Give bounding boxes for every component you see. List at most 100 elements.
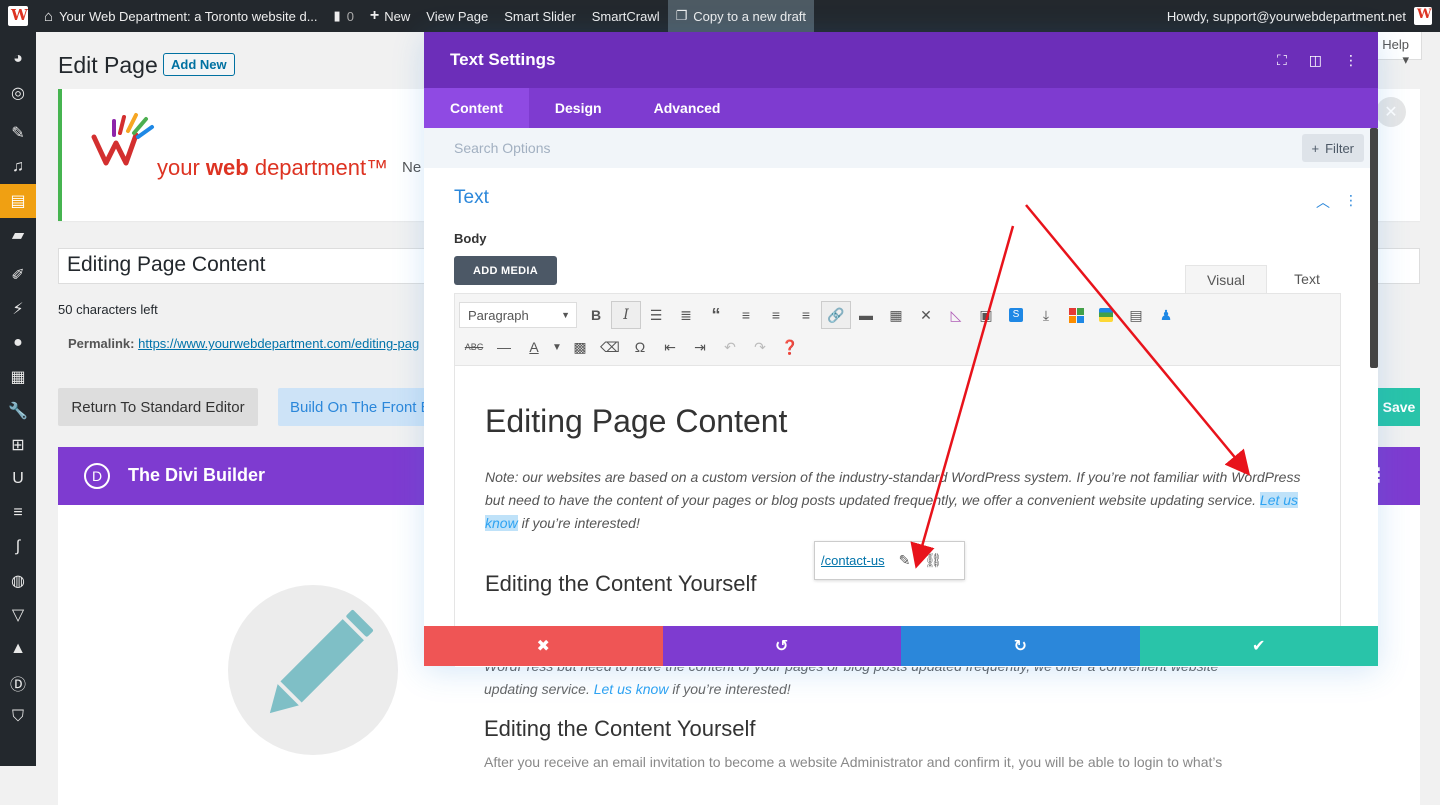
stripes-icon[interactable]: ≡ — [0, 496, 36, 530]
numbered-list-icon[interactable]: ≣ — [671, 301, 701, 329]
account-link[interactable]: Howdy, support@yourwebdepartment.net W — [1159, 0, 1440, 32]
special-char-icon[interactable]: Ω — [625, 333, 655, 361]
fullscreen-icon[interactable]: ✕ — [911, 301, 941, 329]
undo-button[interactable]: ↺ — [662, 626, 901, 666]
bold-icon[interactable]: B — [581, 301, 611, 329]
table-icon[interactable]: ▤ — [1121, 301, 1151, 329]
build-front-end-button[interactable]: Build On The Front E — [278, 388, 428, 426]
help-icon[interactable]: ❓ — [775, 333, 805, 361]
vee-icon[interactable]: ▽ — [0, 598, 36, 632]
tools-icon[interactable]: 🔧 — [0, 394, 36, 428]
appearance-icon[interactable]: ✐ — [0, 258, 36, 292]
comments-link[interactable]: ▮ 0 — [326, 0, 362, 32]
dashboard-icon[interactable]: ◕ — [0, 42, 36, 76]
return-standard-editor-button[interactable]: Return To Standard Editor — [58, 388, 258, 426]
site-name-link[interactable]: ⌂ Your Web Department: a Toronto website… — [36, 0, 326, 32]
site-logo-icon[interactable]: W — [0, 0, 36, 32]
blockquote-icon[interactable]: “ — [701, 301, 731, 329]
link-popup-url[interactable]: /contact-us — [821, 553, 885, 568]
avatar: W — [1414, 7, 1432, 25]
shield-icon[interactable]: ⛉ — [0, 700, 36, 734]
clear-format-icon[interactable]: ⌫ — [595, 333, 625, 361]
strikethrough-icon[interactable]: ABC — [459, 333, 489, 361]
comments-icon[interactable]: ▰ — [0, 218, 36, 252]
smartcrawl-link[interactable]: SmartCrawl — [584, 0, 668, 32]
undo-icon: ↺ — [775, 638, 789, 655]
person-icon[interactable]: ♟ — [1151, 301, 1181, 329]
editor-content-area[interactable]: Editing Page Content Note: our websites … — [455, 367, 1340, 667]
tab-content[interactable]: Content — [424, 88, 529, 128]
download-icon[interactable]: ⤓ — [1031, 301, 1061, 329]
copy-icon: ❐ — [675, 8, 688, 23]
tab-design[interactable]: Design — [529, 88, 628, 128]
chevron-down-icon[interactable]: ▼ — [549, 333, 565, 361]
align-right-icon[interactable]: ≡ — [791, 301, 821, 329]
indent-icon[interactable]: ⇥ — [685, 333, 715, 361]
posts-pin-icon[interactable]: ✎ — [0, 116, 36, 150]
add-media-button[interactable]: ADD MEDIA — [454, 256, 557, 285]
activity-icon[interactable]: ◎ — [0, 76, 36, 110]
new-content-link[interactable]: + New — [362, 0, 418, 32]
view-page-link[interactable]: View Page — [418, 0, 496, 32]
expand-icon[interactable]: ⛶ — [1277, 52, 1287, 69]
smart-slider-link[interactable]: Smart Slider — [496, 0, 584, 32]
bg-let-us-know-link[interactable]: Let us know — [594, 681, 669, 697]
save-changes-button[interactable]: ✔ — [1139, 626, 1378, 666]
outdent-icon[interactable]: ⇤ — [655, 333, 685, 361]
tab-advanced[interactable]: Advanced — [628, 88, 747, 128]
align-left-icon[interactable]: ≡ — [731, 301, 761, 329]
section-more-icon[interactable]: ⋮ — [1344, 192, 1358, 212]
save-button[interactable]: Save — [1378, 388, 1420, 426]
more-options-icon[interactable]: ⋮ — [1344, 52, 1358, 69]
divi-icon[interactable]: Ⓓ — [0, 666, 36, 700]
add-new-button[interactable]: Add New — [163, 53, 235, 76]
bullet-list-icon[interactable]: ☰ — [641, 301, 671, 329]
bg-paragraph-line2: updating service. Let us know if you’re … — [484, 681, 791, 697]
shortcode-icon[interactable]: ▣ — [971, 301, 1001, 329]
globe-icon[interactable]: ◍ — [0, 564, 36, 598]
redo-icon[interactable]: ↷ — [745, 333, 775, 361]
media-icon[interactable]: ♫ — [0, 150, 36, 184]
permalink-link[interactable]: https://www.yourwebdepartment.com/editin… — [138, 336, 419, 351]
italic-icon[interactable]: I — [611, 301, 641, 329]
section-title-text[interactable]: Text — [454, 187, 489, 209]
read-more-icon[interactable]: ▬ — [851, 301, 881, 329]
plugins-icon[interactable]: ⚡ — [0, 292, 36, 326]
chars-left-counter: 50 characters left — [58, 302, 158, 317]
s-plugin-icon[interactable]: S — [1001, 301, 1031, 329]
scrollbar[interactable] — [1370, 128, 1378, 368]
ruler-icon[interactable]: ◺ — [941, 301, 971, 329]
undo-icon[interactable]: ↶ — [715, 333, 745, 361]
unlink-icon[interactable]: ⛓ — [924, 552, 942, 569]
redo-button[interactable]: ↻ — [901, 626, 1140, 666]
horizontal-line-icon[interactable]: — — [489, 333, 519, 361]
discard-button[interactable]: ✖ — [424, 626, 663, 666]
paragraph-format-select[interactable]: Paragraph — [459, 302, 577, 328]
settings-icon[interactable]: ⊞ — [0, 428, 36, 462]
tab-visual[interactable]: Visual — [1185, 265, 1267, 293]
users-icon[interactable]: ● — [0, 326, 36, 360]
tab-text[interactable]: Text — [1273, 265, 1341, 293]
contact-card-icon[interactable]: ▦ — [0, 360, 36, 394]
admin-sidebar: ◕ ◎ ✎ ♫ ▤ ▰ ✐ ⚡ ● ▦ 🔧 ⊞ U ≡ ∫ ◍ ▽ ▲ Ⓓ ⛉ — [0, 32, 36, 766]
edit-link-icon[interactable]: ✎ — [899, 552, 911, 569]
close-icon: ✖ — [536, 638, 550, 655]
align-center-icon[interactable]: ≡ — [761, 301, 791, 329]
copy-to-draft-link[interactable]: ❐ Copy to a new draft — [667, 0, 815, 32]
chevron-up-icon[interactable]: ︿ — [1316, 192, 1330, 212]
filter-button[interactable]: + Filter — [1301, 134, 1364, 162]
rich-text-editor: Paragraph B I ☰ ≣ “ ≡ ≡ ≡ 🔗 ▬ ▦ ✕ ◺ ▣ S … — [454, 293, 1341, 667]
pages-icon[interactable]: ▤ — [0, 184, 36, 218]
graduation-cap-icon[interactable]: ▲ — [0, 632, 36, 666]
feather-icon[interactable]: ∫ — [0, 530, 36, 564]
search-options-input[interactable]: Search Options — [454, 140, 551, 156]
layers-icon[interactable] — [1091, 301, 1121, 329]
link-icon[interactable]: 🔗 — [821, 301, 851, 329]
magnet-icon[interactable]: U — [0, 462, 36, 496]
split-view-icon[interactable]: ◫ — [1309, 52, 1322, 69]
toolbar-toggle-icon[interactable]: ▦ — [881, 301, 911, 329]
paste-text-icon[interactable]: ▩ — [565, 333, 595, 361]
colorful-grid-icon[interactable] — [1061, 301, 1091, 329]
close-icon[interactable]: ✕ — [1376, 97, 1406, 127]
text-color-icon[interactable]: A — [519, 333, 549, 361]
